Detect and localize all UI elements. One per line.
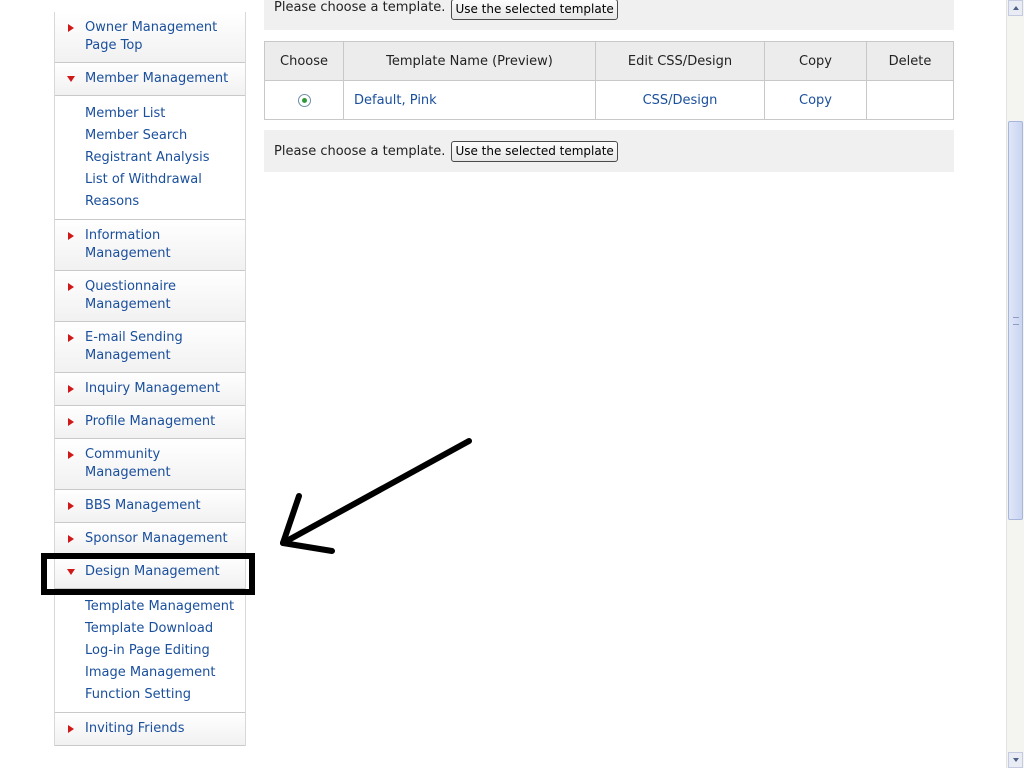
sidebar-item-bbs-management[interactable]: BBS Management xyxy=(55,490,245,523)
caret-down-icon xyxy=(67,569,75,575)
sidebar-item-member-management[interactable]: Member Management xyxy=(55,63,245,96)
delete-cell xyxy=(866,80,954,120)
caret-right-icon xyxy=(68,283,74,291)
caret-down-icon xyxy=(67,76,75,82)
submenu-item-function-setting[interactable]: Function Setting xyxy=(85,684,239,706)
sidebar-item-label[interactable]: Community Management xyxy=(85,447,171,480)
sidebar-item-label[interactable]: Design Management xyxy=(85,564,220,579)
choose-prompt-text: Please choose a template. xyxy=(274,0,446,15)
submenu-item-template-download[interactable]: Template Download xyxy=(85,618,239,640)
choose-prompt-text: Please choose a template. xyxy=(274,143,446,159)
caret-right-icon xyxy=(68,24,74,32)
sidebar-item-design-management[interactable]: Design Management xyxy=(55,556,245,589)
template-preview-link[interactable]: Default, Pink xyxy=(354,93,437,108)
template-radio-selected[interactable] xyxy=(297,93,311,107)
caret-right-icon xyxy=(68,334,74,342)
use-selected-template-button[interactable]: Use the selected template xyxy=(451,0,618,20)
submenu-item-login-page-editing[interactable]: Log-in Page Editing xyxy=(85,640,239,662)
sidebar-item-owner-management-page-top[interactable]: Owner Management Page Top xyxy=(55,12,245,63)
vertical-scrollbar[interactable] xyxy=(1006,0,1024,768)
submenu-item-member-search[interactable]: Member Search xyxy=(85,125,239,147)
caret-right-icon xyxy=(68,502,74,510)
choose-cell xyxy=(264,80,344,120)
caret-right-icon xyxy=(68,535,74,543)
template-choose-bar-top: Please choose a template. Use the select… xyxy=(264,0,954,30)
copy-template-link[interactable]: Copy xyxy=(799,93,832,108)
sidebar-item-profile-management[interactable]: Profile Management xyxy=(55,406,245,439)
use-selected-template-button[interactable]: Use the selected template xyxy=(451,140,618,162)
caret-right-icon xyxy=(68,451,74,459)
sidebar-item-label[interactable]: Owner Management Page Top xyxy=(85,20,217,53)
edit-cell: CSS/Design xyxy=(595,80,765,120)
sidebar-item-inviting-friends[interactable]: Inviting Friends xyxy=(55,713,245,746)
column-header-copy: Copy xyxy=(764,41,867,81)
sidebar-item-sponsor-management[interactable]: Sponsor Management xyxy=(55,523,245,556)
sidebar-item-email-sending-management[interactable]: E-mail Sending Management xyxy=(55,322,245,373)
column-header-template-name: Template Name (Preview) xyxy=(343,41,596,81)
sidebar-item-questionnaire-management[interactable]: Questionnaire Management xyxy=(55,271,245,322)
caret-right-icon xyxy=(68,725,74,733)
submenu-item-image-management[interactable]: Image Management xyxy=(85,662,239,684)
design-management-submenu: Template Management Template Download Lo… xyxy=(55,589,245,713)
caret-right-icon xyxy=(68,232,74,240)
sidebar-item-information-management[interactable]: Information Management xyxy=(55,220,245,271)
column-header-edit-css-design: Edit CSS/Design xyxy=(595,41,765,81)
scroll-up-arrow-icon[interactable] xyxy=(1008,0,1023,16)
sidebar-item-label[interactable]: Profile Management xyxy=(85,414,215,429)
template-choose-bar-bottom: Please choose a template. Use the select… xyxy=(264,130,954,172)
submenu-item-template-management[interactable]: Template Management xyxy=(85,596,239,618)
scroll-down-arrow-icon[interactable] xyxy=(1008,752,1023,768)
submenu-item-member-list[interactable]: Member List xyxy=(85,103,239,125)
copy-cell: Copy xyxy=(764,80,867,120)
sidebar-item-community-management[interactable]: Community Management xyxy=(55,439,245,490)
submenu-item-registrant-analysis[interactable]: Registrant Analysis xyxy=(85,147,239,169)
caret-right-icon xyxy=(68,385,74,393)
sidebar-item-inquiry-management[interactable]: Inquiry Management xyxy=(55,373,245,406)
column-header-choose: Choose xyxy=(264,41,344,81)
template-name-cell: Default, Pink xyxy=(343,80,596,120)
sidebar-item-label[interactable]: Questionnaire Management xyxy=(85,279,176,312)
sidebar-nav: Owner Management Page Top Member Managem… xyxy=(54,12,246,746)
sidebar-item-label[interactable]: Information Management xyxy=(85,228,171,261)
sidebar-item-label[interactable]: Member Management xyxy=(85,71,228,86)
sidebar-item-label[interactable]: Inquiry Management xyxy=(85,381,220,396)
column-header-delete: Delete xyxy=(866,41,954,81)
submenu-item-withdrawal-reasons[interactable]: List of Withdrawal Reasons xyxy=(85,169,239,213)
scrollbar-thumb[interactable] xyxy=(1008,121,1023,520)
sidebar-item-label[interactable]: BBS Management xyxy=(85,498,201,513)
template-table: Choose Template Name (Preview) Edit CSS/… xyxy=(264,41,954,120)
member-management-submenu: Member List Member Search Registrant Ana… xyxy=(55,96,245,220)
main-content: Please choose a template. Use the select… xyxy=(264,0,954,172)
edit-css-design-link[interactable]: CSS/Design xyxy=(643,93,718,108)
table-header-row: Choose Template Name (Preview) Edit CSS/… xyxy=(264,41,954,81)
sidebar-item-label[interactable]: Sponsor Management xyxy=(85,531,228,546)
table-row: Default, Pink CSS/Design Copy xyxy=(264,80,954,120)
sidebar-item-label[interactable]: Inviting Friends xyxy=(85,721,184,736)
sidebar-item-label[interactable]: E-mail Sending Management xyxy=(85,330,183,363)
caret-right-icon xyxy=(68,418,74,426)
